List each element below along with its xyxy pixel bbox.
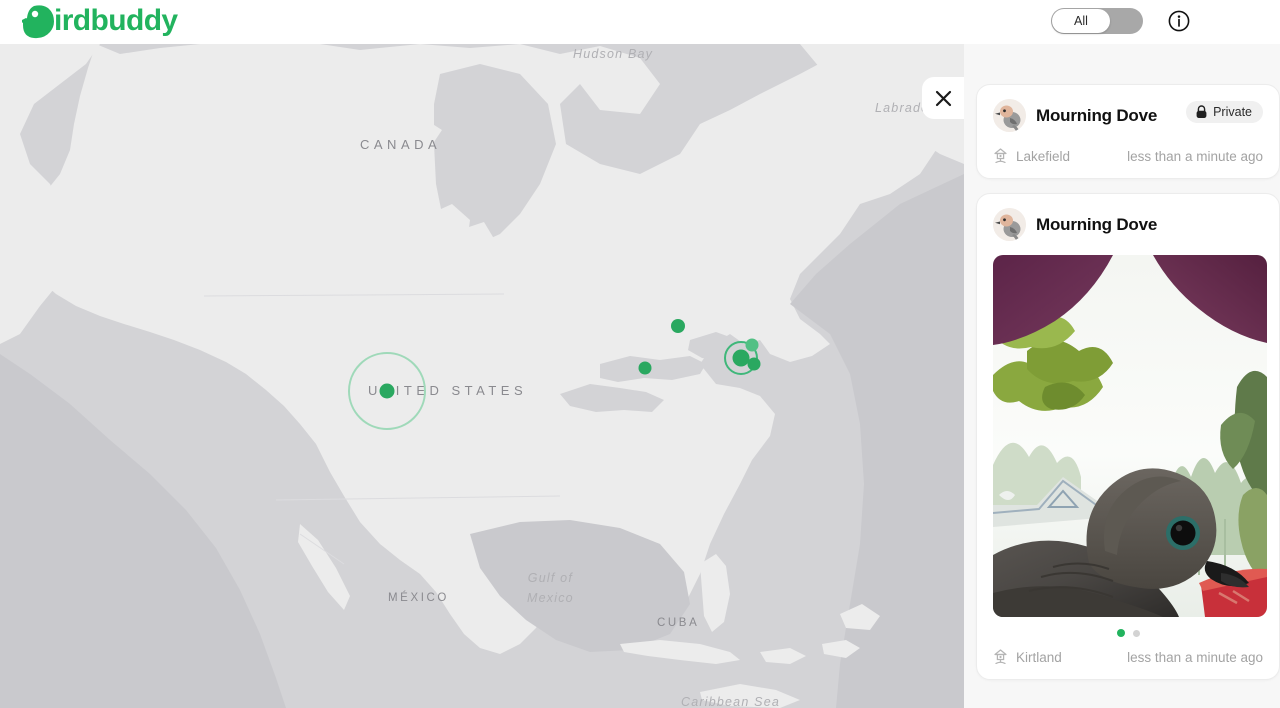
card-header: Mourning Dove bbox=[993, 208, 1263, 241]
sighting-card[interactable]: Mourning Dove Private Lakefield less tha… bbox=[976, 84, 1280, 179]
bird-feeder-icon bbox=[994, 148, 1007, 164]
info-circle-icon bbox=[1168, 10, 1190, 32]
privacy-badge[interactable]: Private bbox=[1186, 101, 1263, 123]
mourning-dove-avatar bbox=[993, 208, 1026, 241]
sighting-photo[interactable] bbox=[993, 255, 1267, 617]
bird-species-name: Mourning Dove bbox=[1036, 105, 1158, 125]
sighting-timestamp: less than a minute ago bbox=[1127, 148, 1263, 164]
top-bar: irdbuddy All bbox=[0, 0, 1280, 44]
info-button[interactable] bbox=[1168, 10, 1190, 32]
map-marker-northeast-upper[interactable] bbox=[745, 338, 759, 352]
lock-icon bbox=[1196, 105, 1207, 118]
photo-carousel-dots[interactable] bbox=[993, 629, 1263, 637]
map-canvas[interactable]: Hudson Bay Labrador CANADA UNITED STATES… bbox=[0, 44, 964, 708]
card-footer: Kirtland less than a minute ago bbox=[993, 649, 1263, 665]
card-footer: Lakefield less than a minute ago bbox=[993, 148, 1263, 164]
sighting-location-label: Lakefield bbox=[1016, 148, 1071, 164]
sighting-card[interactable]: Mourning Dove Kirtland less than a minut… bbox=[976, 193, 1280, 680]
map-geometry bbox=[0, 44, 964, 708]
sighting-location: Lakefield bbox=[993, 148, 1070, 164]
privacy-badge-label: Private bbox=[1213, 105, 1252, 119]
mourning-dove-avatar bbox=[993, 99, 1026, 132]
bird-species-name: Mourning Dove bbox=[1036, 214, 1158, 234]
filter-toggle-label: All bbox=[1074, 14, 1088, 28]
brand-name: irdbuddy bbox=[54, 4, 178, 37]
map-marker-central-us[interactable] bbox=[379, 383, 395, 399]
sighting-location: Kirtland bbox=[993, 649, 1062, 665]
sighting-location-label: Kirtland bbox=[1016, 649, 1062, 665]
bird-feeder-icon bbox=[994, 649, 1007, 665]
bird-avatar-icon bbox=[993, 208, 1026, 241]
brand-logo[interactable]: irdbuddy bbox=[22, 3, 178, 39]
carousel-dot-1[interactable] bbox=[1116, 629, 1125, 637]
bird-avatar-icon bbox=[993, 99, 1026, 132]
carousel-dot-2[interactable] bbox=[1132, 629, 1140, 637]
filter-toggle-knob: All bbox=[1052, 9, 1110, 33]
filter-toggle[interactable]: All bbox=[1051, 8, 1143, 34]
map-marker-midwest[interactable] bbox=[638, 361, 652, 375]
close-sidebar-button[interactable] bbox=[922, 77, 964, 119]
card-header: Mourning Dove Private bbox=[993, 99, 1263, 132]
map-marker-great-lakes-north[interactable] bbox=[671, 319, 685, 333]
mourning-dove-closeup-photo bbox=[993, 255, 1267, 617]
map-marker-northeast-lower[interactable] bbox=[747, 357, 761, 371]
app-root: Hudson Bay Labrador CANADA UNITED STATES… bbox=[0, 0, 1280, 708]
sightings-sidebar[interactable]: Mourning Dove Private Lakefield less tha… bbox=[964, 44, 1280, 708]
sighting-timestamp: less than a minute ago bbox=[1127, 649, 1263, 665]
close-icon bbox=[935, 90, 951, 106]
bird-logo-icon bbox=[22, 5, 54, 39]
